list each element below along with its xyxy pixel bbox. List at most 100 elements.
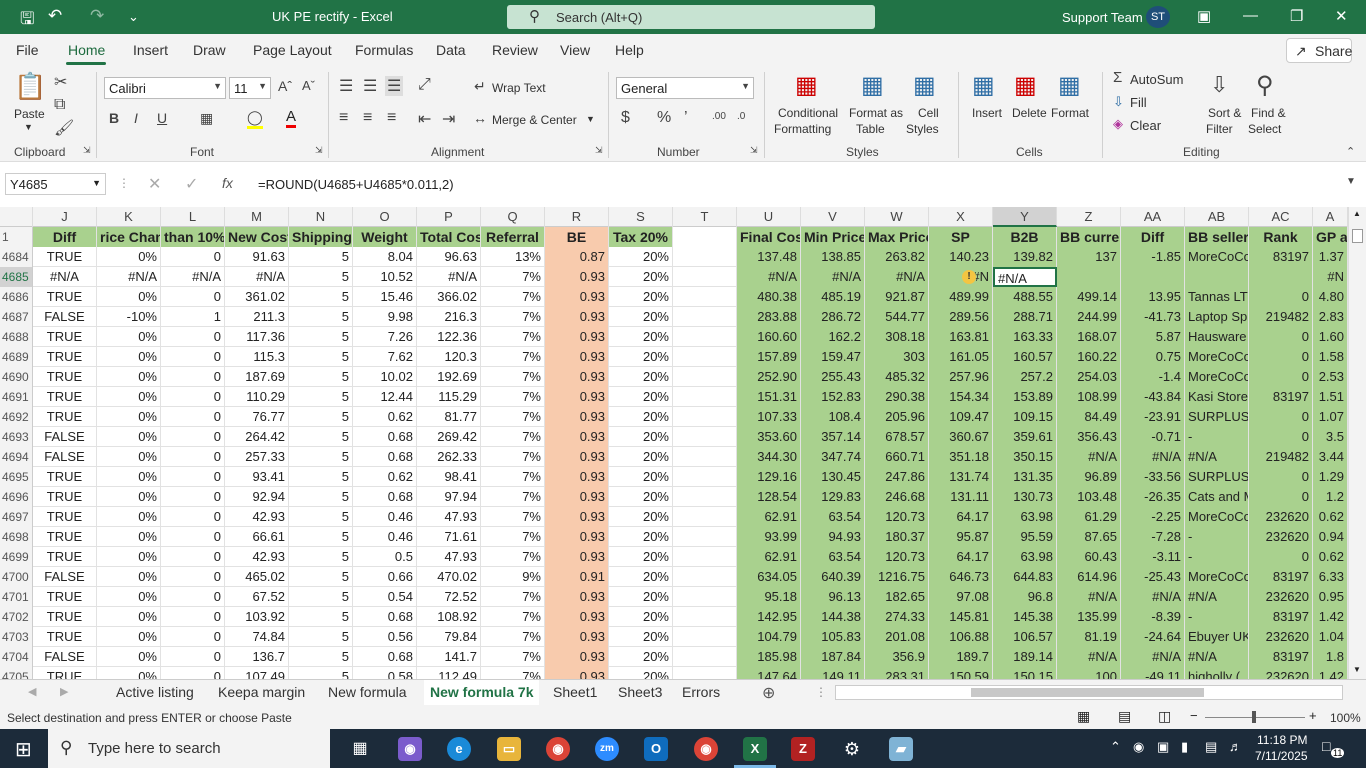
cell[interactable]: 95.59: [993, 527, 1057, 547]
redo-icon[interactable]: ↷: [90, 6, 104, 26]
cell[interactable]: 7%: [481, 627, 545, 647]
cell[interactable]: 7%: [481, 587, 545, 607]
font-launcher-icon[interactable]: ⇲: [315, 145, 323, 156]
find-select-icon[interactable]: ⚲: [1256, 71, 1274, 100]
column-header-t[interactable]: T: [673, 207, 737, 227]
notification-icon[interactable]: □: [1322, 738, 1330, 754]
cell[interactable]: 0.93: [545, 507, 609, 527]
cell[interactable]: #N/A: [1057, 587, 1121, 607]
sheet-tab-new-formula-7k[interactable]: New formula 7k: [424, 680, 540, 705]
cell[interactable]: 351.18: [929, 447, 993, 467]
cell[interactable]: [673, 387, 737, 407]
column-header-ab[interactable]: AB: [1185, 207, 1249, 227]
cell[interactable]: 137: [1057, 247, 1121, 267]
row-header[interactable]: 4688: [0, 327, 33, 347]
worksheet-grid[interactable]: 1Diffrice Changthan 10%New CostShippingW…: [0, 227, 1348, 679]
cell[interactable]: 211.3: [225, 307, 289, 327]
cell[interactable]: 0.93: [545, 547, 609, 567]
cell[interactable]: 0.56: [353, 627, 417, 647]
cell[interactable]: 5: [289, 667, 353, 679]
paste-label[interactable]: Paste: [14, 107, 45, 121]
row-header[interactable]: 4701: [0, 587, 33, 607]
column-header-j[interactable]: J: [33, 207, 97, 227]
cell[interactable]: 360.67: [929, 427, 993, 447]
cell-styles-label-1[interactable]: Cell: [918, 106, 939, 120]
cell[interactable]: 95.18: [737, 587, 801, 607]
cell[interactable]: -24.64: [1121, 627, 1185, 647]
cell[interactable]: 131.11: [929, 487, 993, 507]
cell[interactable]: 0.93: [545, 447, 609, 467]
cell[interactable]: 0.95: [1313, 587, 1348, 607]
cell[interactable]: FALSE: [33, 567, 97, 587]
cell[interactable]: 20%: [609, 367, 673, 387]
cell[interactable]: 47.93: [417, 507, 481, 527]
cell[interactable]: 0.75: [1121, 347, 1185, 367]
cell[interactable]: [673, 587, 737, 607]
cell[interactable]: -26.35: [1121, 487, 1185, 507]
cell[interactable]: 83197: [1249, 387, 1313, 407]
cell[interactable]: 20%: [609, 247, 673, 267]
cell[interactable]: 20%: [609, 407, 673, 427]
cell[interactable]: 0: [161, 667, 225, 679]
cell[interactable]: 0.68: [353, 647, 417, 667]
column-title[interactable]: BB seller: [1185, 227, 1249, 247]
cell[interactable]: 0.94: [1313, 527, 1348, 547]
cell[interactable]: TRUE: [33, 247, 97, 267]
cell[interactable]: [1185, 267, 1249, 287]
cell[interactable]: 1216.75: [865, 567, 929, 587]
cell[interactable]: 0: [1249, 427, 1313, 447]
cell[interactable]: 20%: [609, 427, 673, 447]
cell[interactable]: 115.3: [225, 347, 289, 367]
cell[interactable]: 3.5: [1313, 427, 1348, 447]
delete-cells-label[interactable]: Delete: [1012, 106, 1047, 120]
cell[interactable]: 150.15: [993, 667, 1057, 679]
align-left-icon[interactable]: ≡: [339, 109, 348, 127]
enter-icon[interactable]: ✓: [185, 174, 198, 194]
cell[interactable]: 152.83: [801, 387, 865, 407]
cell[interactable]: FALSE: [33, 427, 97, 447]
cell[interactable]: 12.44: [353, 387, 417, 407]
cell[interactable]: Hausware: [1185, 327, 1249, 347]
cell[interactable]: 283.31: [865, 667, 929, 679]
cell[interactable]: 182.65: [865, 587, 929, 607]
cell[interactable]: 144.38: [801, 607, 865, 627]
row-header[interactable]: 4692: [0, 407, 33, 427]
chrome-profile-icon[interactable]: ◉: [694, 737, 718, 761]
cell[interactable]: [673, 507, 737, 527]
cell[interactable]: [673, 327, 737, 347]
cell[interactable]: 0.93: [545, 527, 609, 547]
cell[interactable]: 0%: [97, 647, 161, 667]
cell[interactable]: TRUE: [33, 587, 97, 607]
sort-filter-label-1[interactable]: Sort &: [1208, 106, 1241, 120]
tab-draw[interactable]: Draw: [193, 42, 226, 58]
cell[interactable]: 614.96: [1057, 567, 1121, 587]
cell[interactable]: 0%: [97, 607, 161, 627]
cell[interactable]: #N/A: [1057, 447, 1121, 467]
tab-review[interactable]: Review: [492, 42, 538, 58]
cell[interactable]: 163.33: [993, 327, 1057, 347]
cell[interactable]: #N/A: [737, 267, 801, 287]
cell[interactable]: 147.64: [737, 667, 801, 679]
font-name-combo[interactable]: Calibri ▼: [104, 77, 226, 99]
cell[interactable]: 0%: [97, 547, 161, 567]
column-title[interactable]: rice Chang: [97, 227, 161, 247]
cell[interactable]: 0: [1249, 487, 1313, 507]
cell[interactable]: 61.29: [1057, 507, 1121, 527]
cell[interactable]: #N/A: [801, 267, 865, 287]
font-size-combo[interactable]: 11 ▼: [229, 77, 271, 99]
cell[interactable]: 0.93: [545, 387, 609, 407]
cell[interactable]: 5: [289, 287, 353, 307]
align-right-icon[interactable]: ≡: [387, 109, 396, 127]
cell[interactable]: 0.93: [545, 467, 609, 487]
cell[interactable]: Tannas LTI: [1185, 287, 1249, 307]
cell[interactable]: 356.43: [1057, 427, 1121, 447]
cell[interactable]: [673, 407, 737, 427]
cell[interactable]: [673, 547, 737, 567]
column-header-p[interactable]: P: [417, 207, 481, 227]
cell[interactable]: 0%: [97, 587, 161, 607]
fill-color-icon[interactable]: ◯: [247, 109, 263, 129]
cell[interactable]: 153.89: [993, 387, 1057, 407]
page-break-view-icon[interactable]: ◫: [1158, 708, 1171, 725]
cell[interactable]: 139.82: [993, 247, 1057, 267]
cell[interactable]: 63.98: [993, 547, 1057, 567]
